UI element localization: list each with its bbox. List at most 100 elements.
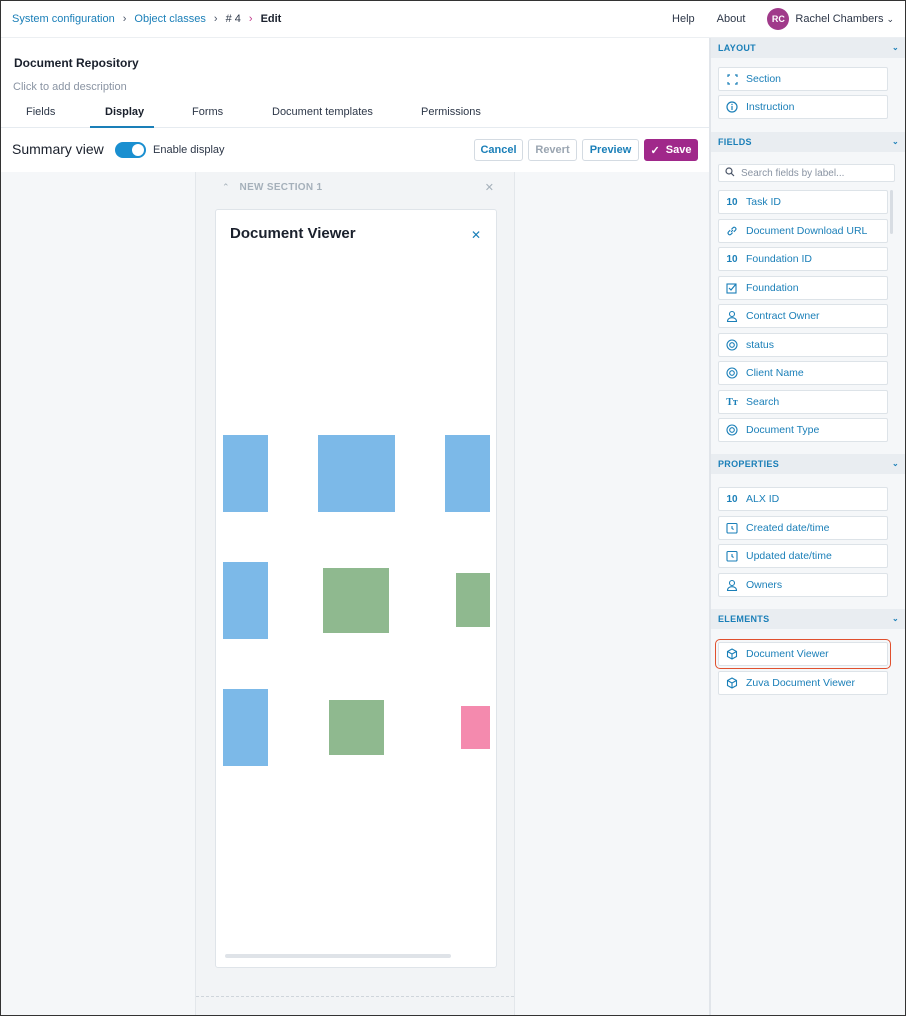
- chevron-right-icon: ›: [248, 13, 253, 25]
- sidebar-item-document-download-url[interactable]: Document Download URL: [718, 219, 888, 243]
- sidebar-palette: LAYOUT ⌄ Section Instruction FIELDS ⌄ Se…: [709, 38, 905, 1015]
- sidebar-item-search[interactable]: Tт Search: [718, 390, 888, 414]
- text-icon: Tт: [726, 396, 738, 408]
- select-icon: [725, 367, 739, 379]
- sidebar-item-task-id[interactable]: 10 Task ID: [718, 190, 888, 214]
- sidebar-item-label: Foundation ID: [746, 253, 812, 265]
- layout-section-header[interactable]: LAYOUT ⌄: [711, 38, 905, 58]
- chevron-right-icon: ›: [122, 13, 127, 25]
- sidebar-item-instruction[interactable]: Instruction: [718, 95, 888, 119]
- summary-view-label: Summary view: [12, 141, 104, 157]
- sidebar-item-label: ALX ID: [746, 493, 780, 505]
- chevron-down-icon[interactable]: ⌄: [892, 614, 899, 623]
- placeholder-block: [456, 573, 490, 627]
- page-title[interactable]: Document Repository: [14, 56, 139, 70]
- placeholder-block: [461, 706, 490, 749]
- avatar[interactable]: RC: [767, 8, 790, 30]
- properties-section-header[interactable]: PROPERTIES ⌄: [711, 454, 905, 474]
- close-icon[interactable]: ✕: [485, 181, 494, 194]
- sidebar-item-label: Zuva Document Viewer: [746, 677, 855, 689]
- sidebar-item-label: Created date/time: [746, 522, 830, 534]
- layout-section-title: LAYOUT: [718, 43, 756, 53]
- sidebar-item-label: status: [746, 339, 775, 351]
- chevron-down-icon[interactable]: ⌄: [892, 137, 899, 146]
- top-navigation-bar: System configuration › Object classes › …: [1, 1, 905, 38]
- sidebar-item-status[interactable]: status: [718, 333, 888, 357]
- fields-section-header[interactable]: FIELDS ⌄: [711, 132, 905, 152]
- search-fields-input[interactable]: [718, 164, 895, 182]
- toggle-knob: [132, 144, 144, 156]
- page-header: Document Repository Click to add descrip…: [1, 38, 709, 172]
- sidebar-item-contract-owner[interactable]: Contract Owner: [718, 304, 888, 328]
- description-placeholder[interactable]: Click to add description: [13, 81, 127, 93]
- sidebar-item-owners[interactable]: Owners: [718, 573, 888, 597]
- placeholder-block: [329, 700, 384, 755]
- chevron-down-icon[interactable]: ⌄: [886, 14, 894, 25]
- search-icon: [725, 166, 735, 180]
- top-right-menu: Help About RC Rachel Chambers ⌄: [672, 8, 894, 30]
- sidebar-item-label: Task ID: [746, 196, 782, 208]
- sidebar-item-foundation[interactable]: Foundation: [718, 276, 888, 300]
- cube-icon: [725, 648, 739, 660]
- placeholder-block: [223, 562, 268, 639]
- enable-display-toggle[interactable]: [115, 142, 146, 158]
- elements-section-header[interactable]: ELEMENTS ⌄: [711, 609, 905, 629]
- placeholder-block: [223, 689, 268, 766]
- tab-display[interactable]: Display: [105, 106, 144, 118]
- about-link[interactable]: About: [717, 13, 746, 25]
- id-icon: 10: [726, 493, 738, 505]
- id-icon: 10: [726, 253, 738, 265]
- breadcrumb-object-classes[interactable]: Object classes: [134, 13, 206, 25]
- sidebar-item-label: Client Name: [746, 367, 804, 379]
- info-icon: [725, 101, 739, 113]
- search-field[interactable]: [741, 167, 881, 179]
- user-menu[interactable]: Rachel Chambers: [795, 13, 883, 25]
- preview-button[interactable]: Preview: [582, 139, 639, 161]
- drop-zone-divider: [196, 996, 514, 997]
- properties-section-title: PROPERTIES: [718, 459, 780, 469]
- breadcrumb-system-configuration[interactable]: System configuration: [12, 13, 115, 25]
- user-icon: [725, 579, 739, 591]
- sidebar-item-foundation-id[interactable]: 10 Foundation ID: [718, 247, 888, 271]
- check-icon: ✓: [650, 144, 660, 157]
- section-title: NEW SECTION 1: [239, 181, 323, 193]
- sidebar-item-label: Contract Owner: [746, 310, 820, 322]
- tab-forms[interactable]: Forms: [192, 106, 223, 118]
- sidebar-item-created-datetime[interactable]: Created date/time: [718, 516, 888, 540]
- select-icon: [725, 339, 739, 351]
- chevron-down-icon[interactable]: ⌄: [892, 459, 899, 468]
- chevron-down-icon[interactable]: ⌄: [892, 43, 899, 52]
- tab-document-templates[interactable]: Document templates: [272, 106, 373, 118]
- section-header[interactable]: ⌃ NEW SECTION 1 ✕: [196, 172, 514, 202]
- sidebar-item-updated-datetime[interactable]: Updated date/time: [718, 544, 888, 568]
- sidebar-item-document-type[interactable]: Document Type: [718, 418, 888, 442]
- sidebar-item-label: Section: [746, 73, 782, 85]
- document-viewer-card[interactable]: Document Viewer ✕: [215, 209, 497, 968]
- enable-display-label: Enable display: [153, 144, 225, 156]
- fields-scrollbar[interactable]: [890, 190, 893, 234]
- app-window: System configuration › Object classes › …: [0, 0, 906, 1016]
- breadcrumb-current: Edit: [260, 13, 282, 25]
- breadcrumb-object-id[interactable]: # 4: [226, 13, 241, 25]
- sidebar-item-alx-id[interactable]: 10 ALX ID: [718, 487, 888, 511]
- sidebar-item-section[interactable]: Section: [718, 67, 888, 91]
- horizontal-scrollbar[interactable]: [225, 954, 451, 958]
- save-label: Save: [665, 144, 692, 156]
- sidebar-item-document-viewer[interactable]: Document Viewer: [715, 639, 891, 669]
- caret-up-icon[interactable]: ⌃: [222, 182, 230, 193]
- cube-icon: [725, 677, 739, 689]
- sidebar-item-client-name[interactable]: Client Name: [718, 361, 888, 385]
- revert-button[interactable]: Revert: [528, 139, 577, 161]
- tab-permissions[interactable]: Permissions: [421, 106, 481, 118]
- sidebar-item-label: Instruction: [746, 101, 795, 113]
- tab-fields[interactable]: Fields: [26, 106, 55, 118]
- link-icon: [725, 225, 739, 237]
- fields-section-title: FIELDS: [718, 137, 752, 147]
- help-link[interactable]: Help: [672, 13, 695, 25]
- elements-section-title: ELEMENTS: [718, 614, 770, 624]
- cancel-button[interactable]: Cancel: [474, 139, 523, 161]
- sidebar-item-label: Updated date/time: [746, 550, 832, 562]
- sidebar-item-zuva-document-viewer[interactable]: Zuva Document Viewer: [718, 671, 888, 695]
- save-button[interactable]: ✓ Save: [644, 139, 698, 161]
- placeholder-block: [223, 435, 268, 512]
